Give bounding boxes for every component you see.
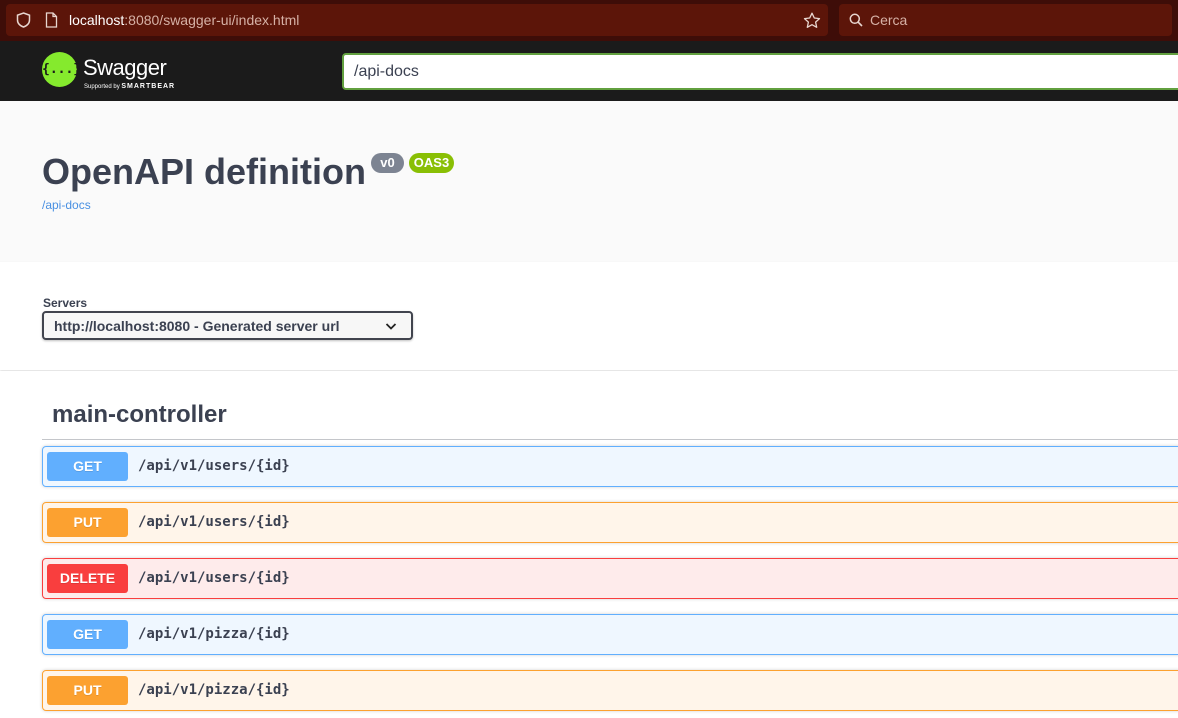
search-icon	[849, 13, 863, 27]
swagger-logo[interactable]: {...} Swagger Supported by SMARTBEAR	[42, 52, 192, 92]
api-info: OpenAPI definition v0 OAS3 /api-docs	[0, 101, 1178, 262]
browser-search-bar[interactable]: Cerca	[839, 4, 1172, 36]
operation-path: /api/v1/users/{id}	[138, 458, 290, 474]
method-badge: PUT	[47, 508, 128, 537]
servers-label: Servers	[43, 296, 88, 310]
browser-toolbar: localhost:8080/swagger-ui/index.html Cer…	[0, 0, 1178, 41]
address-bar[interactable]: localhost:8080/swagger-ui/index.html	[6, 4, 828, 36]
chevron-down-icon	[385, 323, 397, 330]
servers-section: Servers http://localhost:8080 - Generate…	[0, 262, 1178, 370]
opblock-put-pizza[interactable]: PUT /api/v1/pizza/{id}	[42, 670, 1178, 711]
url-host: localhost	[69, 12, 125, 28]
opblock-get-users[interactable]: GET /api/v1/users/{id}	[42, 446, 1178, 487]
spec-url-input[interactable]	[342, 53, 1178, 90]
operation-path: /api/v1/users/{id}	[138, 570, 290, 586]
operation-path: /api/v1/pizza/{id}	[138, 682, 290, 698]
operation-path: /api/v1/pizza/{id}	[138, 626, 290, 642]
page-icon	[45, 12, 58, 28]
server-selected-value: http://localhost:8080 - Generated server…	[54, 318, 340, 334]
opblock-put-users[interactable]: PUT /api/v1/users/{id}	[42, 502, 1178, 543]
method-badge: GET	[47, 620, 128, 649]
operations-section: main-controller GET /api/v1/users/{id} P…	[0, 371, 1178, 718]
method-badge: DELETE	[47, 564, 128, 593]
method-badge: PUT	[47, 676, 128, 705]
oas-badge: OAS3	[409, 153, 454, 173]
shield-icon[interactable]	[16, 12, 31, 28]
method-badge: GET	[47, 452, 128, 481]
tag-header[interactable]: main-controller	[42, 388, 1178, 440]
spec-link[interactable]: /api-docs	[42, 198, 91, 212]
api-title: OpenAPI definition	[42, 151, 366, 192]
swagger-logo-icon: {...}	[42, 52, 81, 87]
star-icon[interactable]	[803, 12, 821, 29]
url-text[interactable]: localhost:8080/swagger-ui/index.html	[69, 12, 299, 28]
version-badge: v0	[371, 153, 404, 173]
logo-supported-by: Supported by	[84, 84, 120, 90]
logo-wordmark: Swagger	[83, 55, 167, 80]
opblock-delete-users[interactable]: DELETE /api/v1/users/{id}	[42, 558, 1178, 599]
url-path: :8080/swagger-ui/index.html	[124, 12, 300, 28]
logo-smartbear: SMARTBEAR	[121, 83, 176, 90]
operation-path: /api/v1/users/{id}	[138, 514, 290, 530]
tag-name: main-controller	[52, 401, 227, 428]
server-select[interactable]: http://localhost:8080 - Generated server…	[42, 311, 413, 340]
search-placeholder: Cerca	[870, 12, 908, 28]
swagger-topbar: {...} Swagger Supported by SMARTBEAR	[0, 41, 1178, 101]
logo-tagline: Supported by SMARTBEAR	[84, 83, 175, 90]
opblock-get-pizza[interactable]: GET /api/v1/pizza/{id}	[42, 614, 1178, 655]
